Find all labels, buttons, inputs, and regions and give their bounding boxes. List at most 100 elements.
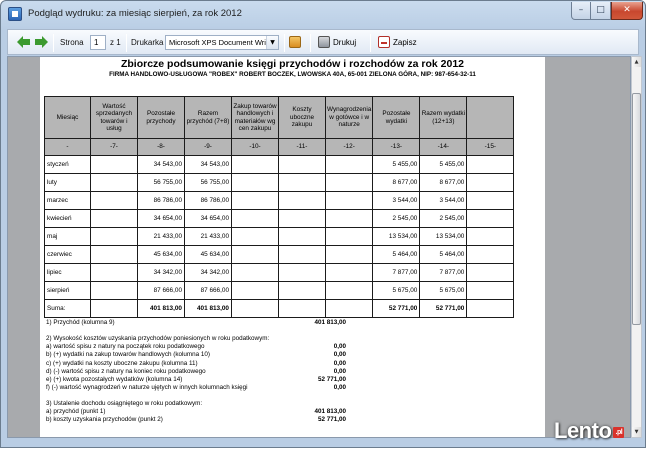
column-number-row: - -7- -8- -9- -10- -11- -12- -13- -14- -15- bbox=[44, 138, 515, 156]
next-page-arrow-icon[interactable] bbox=[35, 36, 48, 48]
value-cell bbox=[324, 155, 374, 174]
value-cell: 21 433,00 bbox=[137, 227, 185, 246]
table-row: lipiec 34 342,00 34 342,00 7 877,00 7 877,00 bbox=[44, 263, 515, 282]
value-cell: 34 543,00 bbox=[184, 155, 232, 174]
scroll-down-arrow-icon[interactable]: ▼ bbox=[632, 427, 641, 437]
value-cell bbox=[90, 209, 138, 228]
print-button-label: Drukuj bbox=[333, 38, 357, 47]
value-cell bbox=[90, 245, 138, 264]
value-cell: 2 545,00 bbox=[372, 209, 421, 228]
summary-line: d) (-) wartość spisu z natury na koniec … bbox=[46, 368, 346, 376]
column-header: Zakup towarów handlowych i materiałów wg… bbox=[231, 96, 279, 139]
row-label-cell: kwiecień bbox=[44, 209, 91, 228]
toolbar-separator bbox=[284, 34, 285, 52]
table-header-row: Miesiąc Wartość sprzedanych towarów i usł… bbox=[44, 96, 515, 139]
minimize-button[interactable]: – bbox=[571, 2, 591, 20]
summary-text: b) (+) wydatki na zakup towarów handlowy… bbox=[46, 351, 210, 359]
value-cell bbox=[231, 155, 279, 174]
value-cell bbox=[231, 245, 279, 264]
toolbar-separator bbox=[310, 34, 311, 52]
document-page: Zbiorcze podsumowanie księgi przychodów … bbox=[40, 57, 545, 437]
column-number: -10- bbox=[231, 138, 279, 156]
chevron-down-icon[interactable]: ▼ bbox=[266, 36, 278, 49]
scroll-up-arrow-icon[interactable]: ▲ bbox=[632, 57, 641, 67]
window-title: Podgląd wydruku: za miesiąc sierpień, za… bbox=[28, 8, 242, 19]
table-row: styczeń 34 543,00 34 543,00 5 455,00 5 455,0… bbox=[44, 155, 515, 174]
printer-icon bbox=[318, 36, 330, 48]
summary-line: f) (-) wartość wynagrodzeń w naturze uję… bbox=[46, 384, 346, 392]
value-cell bbox=[231, 281, 279, 300]
summary-text: 1) Przychód (kolumna 9) bbox=[46, 319, 115, 326]
value-cell: 5 464,00 bbox=[372, 245, 421, 264]
value-cell bbox=[278, 245, 326, 264]
value-cell: 5 464,00 bbox=[419, 245, 468, 264]
page-number-input[interactable]: 1 bbox=[90, 35, 106, 50]
close-window-button[interactable]: ✕ bbox=[611, 2, 643, 20]
value-cell bbox=[324, 227, 374, 246]
value-cell bbox=[278, 191, 326, 210]
value-cell bbox=[231, 209, 279, 228]
value-cell: 5 455,00 bbox=[419, 155, 468, 174]
title-bar[interactable]: Podgląd wydruku: za miesiąc sierpień, za… bbox=[1, 1, 645, 27]
print-button[interactable]: Drukuj bbox=[318, 34, 364, 52]
value-cell: 3 544,00 bbox=[419, 191, 468, 210]
value-cell bbox=[466, 209, 515, 228]
vertical-scrollbar[interactable]: ▲ ▼ bbox=[631, 56, 642, 438]
toolbar: Strona 1 z 1 Drukarka Microsoft XPS Docu… bbox=[7, 29, 639, 55]
summary-line: 2) Wysokość kosztów uzyskania przychodów… bbox=[46, 335, 346, 343]
value-cell bbox=[90, 263, 138, 282]
printer-select[interactable]: Microsoft XPS Document Writer ▼ bbox=[165, 35, 279, 50]
table-row: maj 21 433,00 21 433,00 13 534,00 13 534,00 bbox=[44, 227, 515, 246]
value-cell bbox=[90, 155, 138, 174]
column-header bbox=[466, 96, 515, 139]
summary-value: 0,00 bbox=[333, 343, 346, 351]
summary-line: 1) Przychód (kolumna 9) 401 813,00 bbox=[46, 319, 346, 327]
value-cell: 34 654,00 bbox=[137, 209, 185, 228]
value-cell: 52 771,00 bbox=[372, 299, 421, 318]
value-cell: 8 677,00 bbox=[419, 173, 468, 192]
value-cell: 87 666,00 bbox=[184, 281, 232, 300]
value-cell bbox=[466, 245, 515, 264]
value-cell: 3 544,00 bbox=[372, 191, 421, 210]
summary-value: 401 813,00 bbox=[314, 319, 346, 326]
scrollbar-thumb[interactable] bbox=[632, 93, 641, 325]
column-header: Pozostałe wydatki bbox=[372, 96, 421, 139]
summary-line: a) wartość spisu z natury na początek ro… bbox=[46, 343, 346, 351]
value-cell: 87 666,00 bbox=[137, 281, 185, 300]
value-cell bbox=[324, 281, 374, 300]
value-cell bbox=[466, 227, 515, 246]
value-cell bbox=[466, 263, 515, 282]
preview-viewport[interactable]: Zbiorcze podsumowanie księgi przychodów … bbox=[7, 56, 631, 438]
previous-page-arrow-icon[interactable] bbox=[17, 36, 30, 48]
value-cell bbox=[231, 173, 279, 192]
lento-watermark-logo: Lento .pl bbox=[554, 418, 625, 444]
value-cell bbox=[324, 191, 374, 210]
table-row: kwiecień 34 654,00 34 654,00 2 545,00 2 545,… bbox=[44, 209, 515, 228]
column-header: Koszty uboczne zakupu bbox=[278, 96, 326, 139]
page-setup-button[interactable] bbox=[289, 34, 305, 52]
value-cell: 86 786,00 bbox=[137, 191, 185, 210]
pdf-save-icon bbox=[378, 36, 390, 48]
summary-line: b) (+) wydatki na zakup towarów handlowy… bbox=[46, 351, 346, 359]
row-label-cell: Suma: bbox=[44, 299, 91, 318]
value-cell: 401 813,00 bbox=[137, 299, 185, 318]
save-button[interactable]: Zapisz bbox=[378, 34, 418, 52]
value-cell: 8 677,00 bbox=[372, 173, 421, 192]
value-cell bbox=[278, 155, 326, 174]
summary-line: 3) Ustalenie dochodu osiągniętego w roku… bbox=[46, 400, 346, 408]
summary-value: 52 771,00 bbox=[317, 416, 346, 424]
value-cell: 34 342,00 bbox=[137, 263, 185, 282]
value-cell: 21 433,00 bbox=[184, 227, 232, 246]
column-number: -15- bbox=[466, 138, 515, 156]
summary-value: 401 813,00 bbox=[314, 408, 346, 416]
value-cell bbox=[466, 173, 515, 192]
maximize-button[interactable]: □ bbox=[591, 2, 611, 20]
watermark-badge: .pl bbox=[613, 426, 625, 438]
summary-line: a) przychód (punkt 1) 401 813,00 bbox=[46, 408, 346, 416]
page-count-label: z 1 bbox=[110, 38, 121, 47]
value-cell bbox=[324, 299, 374, 318]
column-number: -9- bbox=[184, 138, 232, 156]
summary-text: b) koszty uzyskania przychodów (punkt 2) bbox=[46, 416, 163, 424]
value-cell: 45 634,00 bbox=[184, 245, 232, 264]
row-label-cell: sierpień bbox=[44, 281, 91, 300]
